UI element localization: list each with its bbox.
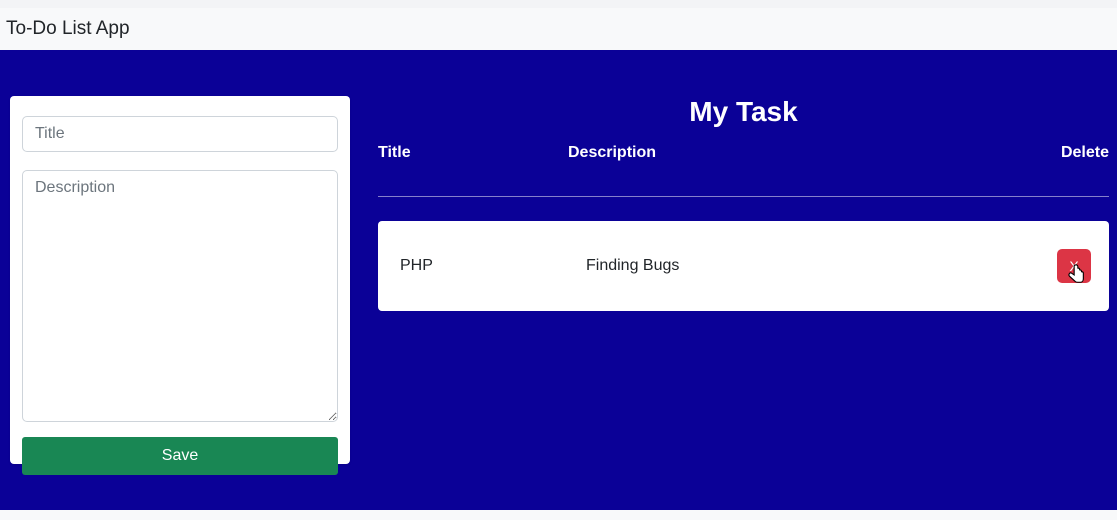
main-area: Save My Task Title Description Delete PH… bbox=[0, 50, 1117, 510]
app-title: To-Do List App bbox=[0, 0, 1117, 50]
tasks-heading: My Task bbox=[378, 96, 1109, 128]
column-header-title: Title bbox=[378, 144, 568, 162]
column-header-delete: Delete bbox=[1049, 144, 1109, 162]
delete-button[interactable]: X bbox=[1057, 249, 1091, 283]
tasks-panel: My Task Title Description Delete PHP Fin… bbox=[378, 96, 1109, 464]
save-button[interactable]: Save bbox=[22, 437, 338, 475]
task-title: PHP bbox=[396, 257, 586, 275]
title-input[interactable] bbox=[22, 116, 338, 152]
delete-label: X bbox=[1069, 258, 1078, 274]
column-header-description: Description bbox=[568, 144, 1049, 162]
new-task-form: Save bbox=[10, 96, 350, 464]
task-row: PHP Finding Bugs X bbox=[378, 221, 1109, 311]
task-description: Finding Bugs bbox=[586, 257, 1031, 275]
description-textarea[interactable] bbox=[22, 170, 338, 422]
tasks-header-row: Title Description Delete bbox=[378, 144, 1109, 197]
